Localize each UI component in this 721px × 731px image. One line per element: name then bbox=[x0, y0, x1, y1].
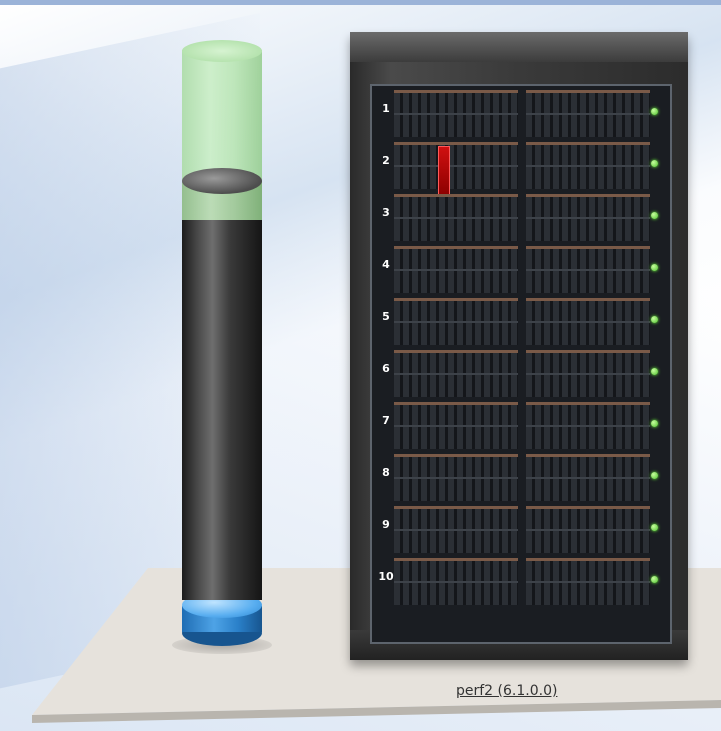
unit-number: 3 bbox=[382, 206, 390, 219]
drive-bay-right[interactable] bbox=[526, 506, 650, 553]
capacity-cylinder[interactable] bbox=[172, 40, 272, 654]
drive-bay-right[interactable] bbox=[526, 298, 650, 345]
rack-unit-2[interactable]: 2 bbox=[376, 138, 664, 196]
drive-bay-left[interactable] bbox=[394, 350, 518, 397]
drive-bay-right[interactable] bbox=[526, 402, 650, 449]
status-led-icon bbox=[651, 420, 658, 427]
status-led-icon bbox=[651, 576, 658, 583]
rack-unit-5[interactable]: 5 bbox=[376, 294, 664, 345]
cylinder-dark-segment bbox=[182, 180, 262, 600]
drive-bay-right[interactable] bbox=[526, 350, 650, 397]
status-led-icon bbox=[651, 264, 658, 271]
drive-bay-left[interactable] bbox=[394, 506, 518, 553]
drive-bay-right[interactable] bbox=[526, 558, 650, 605]
failed-drive-icon[interactable] bbox=[438, 146, 450, 196]
drive-bay-right[interactable] bbox=[526, 90, 650, 137]
rack-unit-6[interactable]: 6 bbox=[376, 346, 664, 397]
rack-unit-8[interactable]: 8 bbox=[376, 450, 664, 501]
cylinder-green-segment bbox=[182, 50, 262, 220]
unit-number: 7 bbox=[382, 414, 390, 427]
status-led-icon bbox=[651, 316, 658, 323]
drive-bay-right[interactable] bbox=[526, 142, 650, 189]
cylinder-dark-top bbox=[182, 168, 262, 194]
unit-number: 8 bbox=[382, 466, 390, 479]
status-led-icon bbox=[651, 368, 658, 375]
unit-number: 9 bbox=[382, 518, 390, 531]
drive-bay-right[interactable] bbox=[526, 246, 650, 293]
rack-unit-10[interactable]: 10 bbox=[376, 554, 664, 605]
rack-unit-3[interactable]: 3 bbox=[376, 190, 664, 241]
status-led-icon bbox=[651, 160, 658, 167]
unit-number: 5 bbox=[382, 310, 390, 323]
cylinder-green-top bbox=[182, 40, 262, 62]
status-led-icon bbox=[651, 212, 658, 219]
rack-unit-1[interactable]: 1 bbox=[376, 86, 664, 137]
unit-number: 4 bbox=[382, 258, 390, 271]
rack-top bbox=[350, 32, 688, 62]
drive-bay-left[interactable] bbox=[394, 558, 518, 605]
rack-enclosure: 1 2 3 4 5 6 7 8 9 10 bbox=[370, 84, 672, 644]
unit-number: 1 bbox=[382, 102, 390, 115]
drive-bay-left[interactable] bbox=[394, 142, 518, 189]
unit-number: 2 bbox=[382, 154, 390, 167]
unit-number: 10 bbox=[378, 570, 394, 583]
drive-bay-left[interactable] bbox=[394, 246, 518, 293]
drive-bay-right[interactable] bbox=[526, 454, 650, 501]
drive-bay-left[interactable] bbox=[394, 402, 518, 449]
status-led-icon bbox=[651, 472, 658, 479]
storage-rack[interactable]: 1 2 3 4 5 6 7 8 9 10 bbox=[350, 32, 688, 660]
drive-bay-left[interactable] bbox=[394, 194, 518, 241]
system-name-link[interactable]: perf2 (6.1.0.0) bbox=[456, 683, 557, 699]
status-led-icon bbox=[651, 108, 658, 115]
rack-unit-4[interactable]: 4 bbox=[376, 242, 664, 293]
rack-unit-9[interactable]: 9 bbox=[376, 502, 664, 553]
status-led-icon bbox=[651, 524, 658, 531]
drive-bay-right[interactable] bbox=[526, 194, 650, 241]
drive-bay-left[interactable] bbox=[394, 90, 518, 137]
drive-bay-left[interactable] bbox=[394, 454, 518, 501]
rack-unit-7[interactable]: 7 bbox=[376, 398, 664, 449]
drive-bay-left[interactable] bbox=[394, 298, 518, 345]
unit-number: 6 bbox=[382, 362, 390, 375]
